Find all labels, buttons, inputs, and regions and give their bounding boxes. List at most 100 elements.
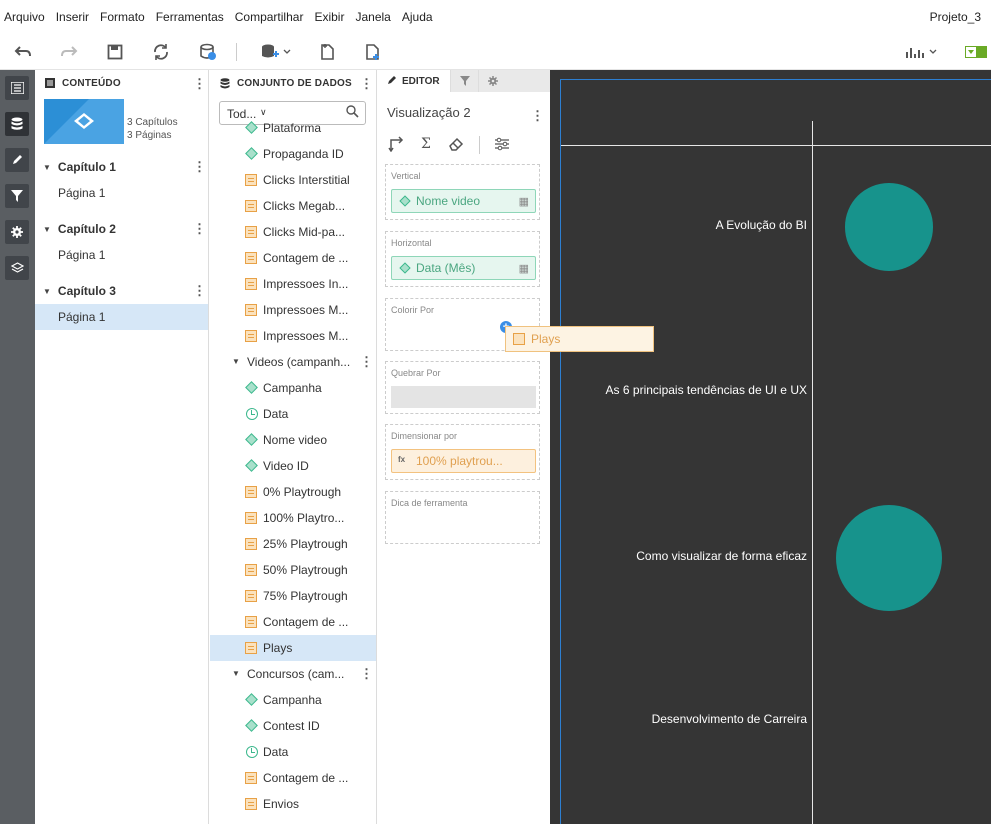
dataset-field[interactable]: Impressoes M...	[210, 297, 376, 323]
dataset-group[interactable]: ▼ Concursos (cam... ⋮	[210, 661, 376, 687]
dataset-field-label: 100% Playtro...	[263, 511, 345, 525]
drag-ghost-plays[interactable]: Plays	[505, 326, 654, 352]
dataset-group-kebab[interactable]: ⋮	[360, 666, 373, 682]
chapter-1-kebab[interactable]: ⋮	[193, 159, 206, 175]
tab-filter[interactable]	[450, 70, 478, 92]
shelf-size[interactable]: Dimensionar por fx 100% playtrou...	[385, 424, 540, 480]
refresh-icon[interactable]	[150, 41, 172, 63]
pill-data-mes[interactable]: Data (Mês) ▦	[391, 256, 536, 280]
chapter-2[interactable]: ▼ Capítulo 2	[35, 216, 208, 242]
menu-formato[interactable]: Formato	[96, 10, 152, 24]
visualization-title[interactable]: Visualização 2	[387, 105, 471, 120]
dataset-field[interactable]: Contest ID	[210, 713, 376, 739]
datasource-icon[interactable]	[197, 41, 219, 63]
menu-ferramentas[interactable]: Ferramentas	[152, 10, 231, 24]
content-menu-kebab[interactable]: ⋮	[193, 76, 206, 92]
chapters-count: 3 Capítulos	[127, 117, 178, 128]
menu-exibir[interactable]: Exibir	[310, 10, 351, 24]
eraser-icon[interactable]	[446, 134, 466, 154]
dataset-field[interactable]: Impressoes In...	[210, 271, 376, 297]
chapter-2-kebab[interactable]: ⋮	[193, 221, 206, 237]
measure-icon	[245, 590, 257, 602]
dataset-group-kebab[interactable]: ⋮	[360, 354, 373, 370]
pill-nome-video[interactable]: Nome video ▦	[391, 189, 536, 213]
new-page-icon[interactable]	[362, 41, 384, 63]
pill-label: Data (Mês)	[416, 261, 476, 275]
dataset-field[interactable]: Propaganda ID	[210, 141, 376, 167]
dataset-field[interactable]: Campanha	[210, 375, 376, 401]
filter-icon	[459, 76, 470, 86]
dataset-field[interactable]: 0% Playtrough	[210, 479, 376, 505]
dataset-field[interactable]: 25% Playtrough	[210, 531, 376, 557]
dataset-field[interactable]: Contagem de ...	[210, 765, 376, 791]
duplicate-page-icon[interactable]	[316, 41, 338, 63]
menu-janela[interactable]: Janela	[351, 10, 397, 24]
menu-compartilhar[interactable]: Compartilhar	[231, 10, 311, 24]
chapter-1[interactable]: ▼ Capítulo 1	[35, 154, 208, 180]
dataset-field[interactable]: Envios	[210, 791, 376, 817]
visualization-canvas[interactable]: A Evolução do BI As 6 principais tendênci…	[550, 70, 991, 824]
dataset-field[interactable]: Campanha	[210, 687, 376, 713]
project-thumbnail[interactable]	[44, 99, 124, 144]
menu-arquivo[interactable]: Arquivo	[0, 10, 52, 24]
dataset-icon[interactable]	[5, 112, 29, 136]
shelf-horizontal[interactable]: Horizontal Data (Mês) ▦	[385, 231, 540, 287]
layout-icon[interactable]	[964, 41, 988, 63]
gear-icon[interactable]	[5, 220, 29, 244]
dataset-field[interactable]: Clicks Megab...	[210, 193, 376, 219]
dataset-field[interactable]: Clicks Mid-pa...	[210, 219, 376, 245]
dataset-field[interactable]: Contagem de ...	[210, 609, 376, 635]
dataset-field[interactable]: 50% Playtrough	[210, 557, 376, 583]
measure-icon	[245, 772, 257, 784]
tab-editor[interactable]: EDITOR	[378, 70, 450, 92]
tab-settings[interactable]	[478, 70, 506, 92]
shelf-tooltip-label: Dica de ferramenta	[391, 498, 468, 508]
grid-icon[interactable]: ▦	[519, 262, 529, 275]
content-list-icon[interactable]	[5, 76, 29, 100]
bubble-mark[interactable]	[836, 505, 942, 611]
filter-icon[interactable]	[5, 184, 29, 208]
dataset-field[interactable]: Contagem de ...	[210, 245, 376, 271]
shelf-break-dropzone[interactable]	[391, 386, 536, 408]
chapter-3-page-1[interactable]: Página 1	[35, 304, 208, 330]
dataset-field[interactable]: Impressoes M...	[210, 323, 376, 349]
redo-icon[interactable]	[58, 41, 80, 63]
shelf-tooltip[interactable]: Dica de ferramenta	[385, 491, 540, 544]
dataset-field[interactable]: Video ID	[210, 453, 376, 479]
visualization-kebab[interactable]: ⋮	[531, 108, 544, 124]
add-data-icon[interactable]	[256, 41, 296, 63]
settings-sliders-icon[interactable]	[492, 134, 512, 154]
dataset-field[interactable]: Plays	[210, 635, 376, 661]
dataset-field[interactable]: Clicks Interstitial	[210, 167, 376, 193]
dataset-field[interactable]: Data	[210, 739, 376, 765]
shelf-vertical[interactable]: Vertical Nome video ▦	[385, 164, 540, 220]
grid-icon[interactable]: ▦	[519, 195, 529, 208]
chapter-1-page-1[interactable]: Página 1	[35, 180, 208, 206]
swap-axes-icon[interactable]	[386, 134, 406, 154]
chapter-3-kebab[interactable]: ⋮	[193, 283, 206, 299]
dataset-field[interactable]: Plataforma	[210, 115, 376, 141]
chapter-3[interactable]: ▼ Capítulo 3	[35, 278, 208, 304]
sigma-icon[interactable]: Σ	[416, 134, 436, 154]
undo-icon[interactable]	[12, 41, 34, 63]
menu-ajuda[interactable]: Ajuda	[398, 10, 440, 24]
shelf-break[interactable]: Quebrar Por	[385, 361, 540, 414]
layers-icon[interactable]	[5, 256, 29, 280]
dataset-group[interactable]: ▼ Videos (campanh... ⋮	[210, 349, 376, 375]
menu-inserir[interactable]: Inserir	[52, 10, 96, 24]
dataset-field[interactable]: Data	[210, 401, 376, 427]
chart-type-icon[interactable]	[904, 41, 940, 63]
pill-100-playtrough[interactable]: fx 100% playtrou...	[391, 449, 536, 473]
save-icon[interactable]	[104, 41, 126, 63]
pencil-icon	[387, 75, 397, 88]
caret-down-icon[interactable]: ▼	[232, 669, 240, 678]
pencil-icon[interactable]	[5, 148, 29, 172]
editor-tabs: EDITOR	[378, 70, 550, 92]
dataset-field[interactable]: 100% Playtro...	[210, 505, 376, 531]
dataset-menu-kebab[interactable]: ⋮	[360, 76, 373, 92]
dataset-field[interactable]: 75% Playtrough	[210, 583, 376, 609]
dataset-field[interactable]: Nome video	[210, 427, 376, 453]
chapter-2-page-1[interactable]: Página 1	[35, 242, 208, 268]
caret-down-icon[interactable]: ▼	[232, 357, 240, 366]
bubble-mark[interactable]	[845, 183, 933, 271]
